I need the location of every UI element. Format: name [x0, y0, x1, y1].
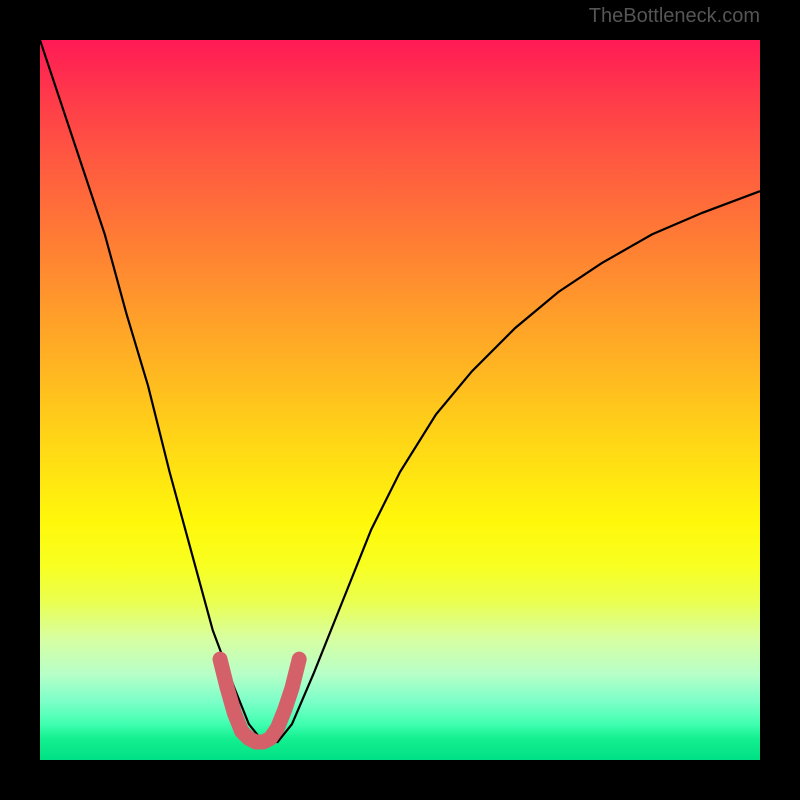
- plot-area: [40, 40, 760, 760]
- watermark-text: TheBottleneck.com: [589, 5, 760, 28]
- chart-container: TheBottleneck.com: [0, 0, 800, 800]
- bottleneck-curve: [40, 40, 760, 742]
- curve-svg: [40, 40, 760, 760]
